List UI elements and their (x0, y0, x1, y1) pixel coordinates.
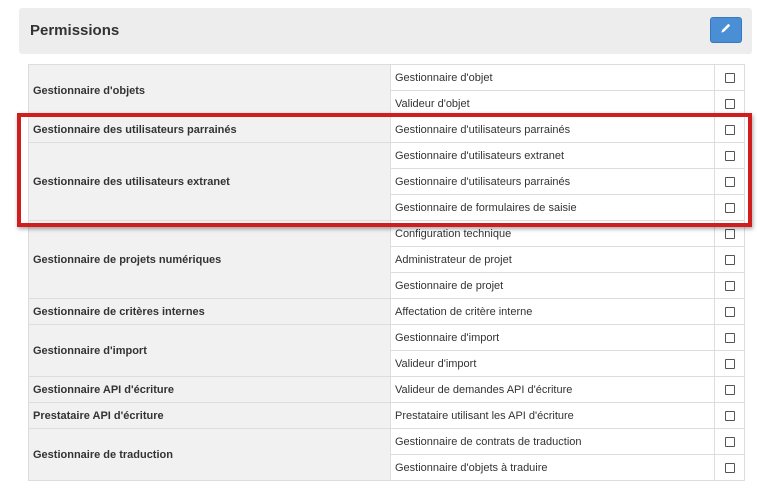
group-name: Gestionnaire de critères internes (28, 298, 391, 325)
role-name: Affectation de critère interne (390, 298, 715, 325)
checkbox-cell (714, 142, 745, 169)
role-name: Gestionnaire de formulaires de saisie (390, 194, 715, 221)
role-name: Gestionnaire d'utilisateurs extranet (390, 142, 715, 169)
table-row: Gestionnaire d'objets Gestionnaire d'obje… (28, 64, 745, 117)
group-name: Gestionnaire de traduction (28, 428, 391, 481)
checkbox-cell (714, 116, 745, 143)
role-checkbox[interactable] (724, 436, 735, 447)
table-row: Gestionnaire des utilisateurs parrainés G… (28, 116, 745, 143)
role-name: Gestionnaire d'objet (390, 64, 715, 91)
checkbox-cell (714, 376, 745, 403)
role-name: Administrateur de projet (390, 246, 715, 273)
edit-button[interactable] (710, 17, 742, 43)
table-row: Prestataire API d'écriture Prestataire ut… (28, 402, 745, 429)
group-name: Gestionnaire d'objets (28, 64, 391, 117)
checkbox-cell (714, 168, 745, 195)
group-name: Gestionnaire d'import (28, 324, 391, 377)
table-row: Gestionnaire de projets numériques Config… (28, 220, 745, 299)
role-checkbox[interactable] (724, 202, 735, 213)
role-checkbox[interactable] (724, 150, 735, 161)
table-row: Gestionnaire des utilisateurs extranet Ge… (28, 142, 745, 221)
role-name: Valideur d'objet (390, 90, 715, 117)
permissions-table: Gestionnaire d'objets Gestionnaire d'obje… (28, 64, 745, 481)
checkbox-cell (714, 454, 745, 481)
checkbox-cell (714, 90, 745, 117)
role-name: Gestionnaire de projet (390, 272, 715, 299)
role-checkbox[interactable] (724, 462, 735, 473)
panel-header: Permissions (19, 8, 752, 54)
role-name: Configuration technique (390, 220, 715, 247)
role-checkbox[interactable] (724, 228, 735, 239)
checkbox-cell (714, 246, 745, 273)
checkbox-cell (714, 350, 745, 377)
role-name: Gestionnaire d'objets à traduire (390, 454, 715, 481)
checkbox-cell (714, 402, 745, 429)
table-row: Gestionnaire de critères internes Affecta… (28, 298, 745, 325)
role-checkbox[interactable] (724, 124, 735, 135)
group-name: Prestataire API d'écriture (28, 402, 391, 429)
role-checkbox[interactable] (724, 332, 735, 343)
panel-title: Permissions (30, 22, 120, 39)
role-checkbox[interactable] (724, 98, 735, 109)
group-name: Gestionnaire API d'écriture (28, 376, 391, 403)
checkbox-cell (714, 324, 745, 351)
role-checkbox[interactable] (724, 176, 735, 187)
role-name: Gestionnaire d'utilisateurs parrainés (390, 168, 715, 195)
checkbox-cell (714, 298, 745, 325)
table-row: Gestionnaire de traduction Gestionnaire d… (28, 428, 745, 481)
role-name: Prestataire utilisant les API d'écriture (390, 402, 715, 429)
group-name: Gestionnaire des utilisateurs parrainés (28, 116, 391, 143)
role-name: Gestionnaire d'import (390, 324, 715, 351)
table-row: Gestionnaire d'import Gestionnaire d'impo… (28, 324, 745, 377)
role-name: Valideur d'import (390, 350, 715, 377)
role-name: Gestionnaire de contrats de traduction (390, 428, 715, 455)
role-checkbox[interactable] (724, 254, 735, 265)
role-checkbox[interactable] (724, 72, 735, 83)
role-checkbox[interactable] (724, 410, 735, 421)
checkbox-cell (714, 64, 745, 91)
checkbox-cell (714, 194, 745, 221)
table-row: Gestionnaire API d'écriture Valideur de d… (28, 376, 745, 403)
role-name: Gestionnaire d'utilisateurs parrainés (390, 116, 715, 143)
role-name: Valideur de demandes API d'écriture (390, 376, 715, 403)
role-checkbox[interactable] (724, 280, 735, 291)
role-checkbox[interactable] (724, 306, 735, 317)
group-name: Gestionnaire des utilisateurs extranet (28, 142, 391, 221)
pencil-icon (720, 21, 732, 39)
checkbox-cell (714, 220, 745, 247)
role-checkbox[interactable] (724, 358, 735, 369)
checkbox-cell (714, 272, 745, 299)
group-name: Gestionnaire de projets numériques (28, 220, 391, 299)
checkbox-cell (714, 428, 745, 455)
role-checkbox[interactable] (724, 384, 735, 395)
